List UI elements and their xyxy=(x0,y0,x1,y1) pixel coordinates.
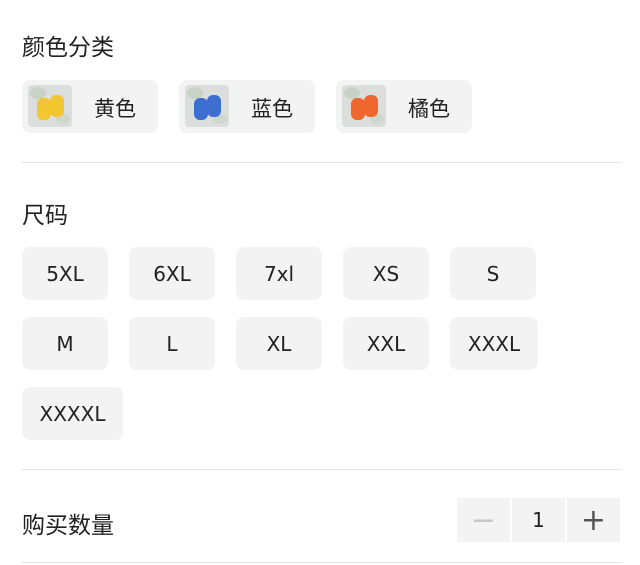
color-option-orange[interactable]: 橘色 xyxy=(336,80,472,133)
size-option-xs[interactable]: XS xyxy=(343,247,429,300)
product-thumbnail-yellow xyxy=(28,85,72,127)
size-option-7xl[interactable]: 7xl xyxy=(236,247,322,300)
product-thumbnail-blue xyxy=(185,85,229,127)
divider xyxy=(22,162,622,163)
size-option-xxxl[interactable]: XXXL xyxy=(450,317,538,370)
quantity-stepper: − 1 + xyxy=(457,498,622,542)
color-section-title: 颜色分类 xyxy=(22,35,114,61)
size-option-5xl[interactable]: 5XL xyxy=(22,247,108,300)
quantity-label: 购买数量 xyxy=(22,513,114,539)
divider xyxy=(22,562,622,563)
product-thumbnail-orange xyxy=(342,85,386,127)
size-option-xxl[interactable]: XXL xyxy=(343,317,429,370)
size-option-l[interactable]: L xyxy=(129,317,215,370)
color-option-label: 橘色 xyxy=(408,97,450,121)
size-option-m[interactable]: M xyxy=(22,317,108,370)
divider xyxy=(22,469,622,470)
decrement-button[interactable]: − xyxy=(457,498,510,542)
size-option-xxxxl[interactable]: XXXXL xyxy=(22,387,123,440)
size-option-s[interactable]: S xyxy=(450,247,536,300)
size-option-xl[interactable]: XL xyxy=(236,317,322,370)
increment-button[interactable]: + xyxy=(567,498,620,542)
size-section-title: 尺码 xyxy=(22,203,68,229)
color-option-label: 黄色 xyxy=(94,97,136,121)
size-option-6xl[interactable]: 6XL xyxy=(129,247,215,300)
color-option-blue[interactable]: 蓝色 xyxy=(179,80,315,133)
color-option-yellow[interactable]: 黄色 xyxy=(22,80,158,133)
quantity-value[interactable]: 1 xyxy=(512,498,565,542)
color-option-label: 蓝色 xyxy=(251,97,293,121)
